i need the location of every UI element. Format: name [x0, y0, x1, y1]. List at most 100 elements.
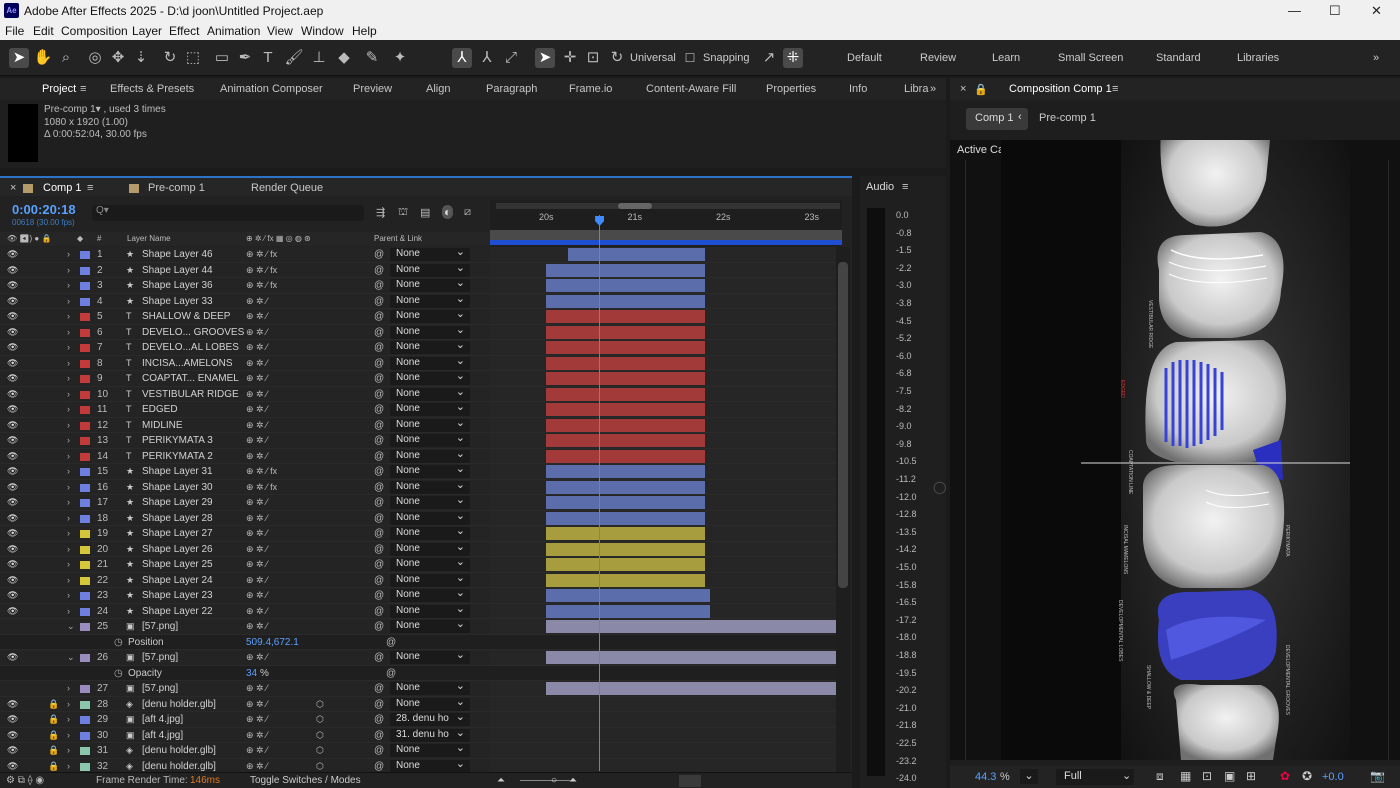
layer-duration-bar[interactable] [546, 527, 706, 540]
layer-row[interactable]: 👁 › 14 T PERIKYMATA 2 ⊕ ✲ ⁄ @ None [0, 447, 490, 464]
visibility-eye-icon[interactable]: 👁 [7, 358, 18, 369]
parent-select[interactable]: None [390, 509, 470, 525]
visibility-eye-icon[interactable]: 👁 [7, 559, 18, 570]
pen-tool-icon[interactable]: ✒ [235, 48, 255, 68]
expand-arrow-icon[interactable]: › [67, 683, 70, 693]
visibility-eye-icon[interactable]: 👁 [7, 265, 18, 276]
parent-pickwhip-icon[interactable]: @ [374, 683, 384, 694]
3d-layer-icon[interactable]: ⬡ [316, 730, 324, 741]
label-color-swatch[interactable] [80, 375, 90, 383]
world-axis-icon[interactable]: ⅄ [477, 48, 497, 68]
property-row[interactable]: ◷ Opacity 34% @ [0, 665, 490, 681]
label-color-swatch[interactable] [80, 623, 90, 631]
tab-preview[interactable]: Preview [353, 83, 392, 95]
layer-name[interactable]: [57.png] [142, 652, 178, 663]
visibility-eye-icon[interactable]: 👁 [7, 342, 18, 353]
parent-select[interactable]: None [390, 307, 470, 323]
layer-row[interactable]: 👁 › 19 ★ Shape Layer 27 ⊕ ✲ ⁄ @ None [0, 524, 490, 542]
tab-frameio[interactable]: Frame.io [569, 83, 612, 95]
layer-switches-icons[interactable]: ⊕ ✲ ⁄ [246, 311, 268, 322]
visibility-eye-icon[interactable]: 👁 [7, 373, 18, 384]
layer-duration-bar[interactable] [546, 465, 706, 478]
expand-arrow-icon[interactable]: › [67, 435, 70, 445]
snapshot-icon[interactable]: 📷 [1370, 769, 1385, 783]
parent-select[interactable]: None [390, 400, 470, 416]
layer-switches-icons[interactable]: ⊕ ✲ ⁄ [246, 745, 268, 756]
layer-switches-icons[interactable]: ⊕ ✲ ⁄ [246, 606, 268, 617]
workspace-small-screen[interactable]: Small Screen [1058, 52, 1123, 64]
close-icon[interactable]: × [960, 83, 966, 95]
layer-name[interactable]: DEVELO... GROOVES [142, 327, 244, 338]
layer-name[interactable]: COAPTAT... ENAMEL [142, 373, 239, 384]
3d-layer-icon[interactable]: ⬡ [316, 699, 324, 710]
layer-row[interactable]: 👁 › 7 T DEVELO...AL LOBES ⊕ ✲ ⁄ @ None [0, 338, 490, 356]
snapping-checkbox-icon[interactable]: ☐ [680, 48, 700, 68]
layer-switches-icons[interactable]: ⊕ ✲ ⁄ [246, 714, 268, 725]
property-row[interactable]: ◷ Position 509.4,672.1 @ [0, 634, 490, 650]
expand-arrow-icon[interactable]: › [67, 559, 70, 569]
expand-arrow-icon[interactable]: › [67, 730, 70, 740]
layer-switches-icons[interactable]: ⊕ ✲ ⁄ fx [246, 249, 277, 260]
shy-layers-icon[interactable]: ⛫ [398, 206, 408, 220]
exposure-value[interactable]: +0.0 [1322, 771, 1344, 783]
3d-scale-icon[interactable]: ⊡ [583, 48, 603, 68]
layer-row[interactable]: 👁 › 3 ★ Shape Layer 36 ⊕ ✲ ⁄ fx @ None [0, 276, 490, 294]
layer-name[interactable]: [aft 4.jpg] [142, 714, 183, 725]
layer-name[interactable]: [57.png] [142, 683, 178, 694]
expand-arrow-icon[interactable]: › [67, 389, 70, 399]
toggle-switches-modes[interactable]: Toggle Switches / Modes [250, 775, 361, 786]
parent-select[interactable]: None [390, 478, 470, 494]
label-color-swatch[interactable] [80, 282, 90, 290]
workspace-libraries[interactable]: Libraries [1237, 52, 1279, 64]
layer-name[interactable]: [denu holder.glb] [142, 745, 216, 756]
expand-arrow-icon[interactable]: › [67, 482, 70, 492]
menu-composition[interactable]: Composition [61, 24, 128, 38]
parent-select[interactable]: None [390, 323, 470, 339]
zoom-slider-handle[interactable]: ○ [551, 775, 557, 786]
menu-window[interactable]: Window [301, 24, 344, 38]
stopwatch-icon[interactable]: ◷ [114, 668, 123, 679]
expand-arrow-icon[interactable]: › [67, 404, 70, 414]
menu-animation[interactable]: Animation [207, 24, 260, 38]
comp-mini-flowchart-icon[interactable]: ⇶ [376, 206, 385, 219]
time-navigator-handle[interactable] [618, 203, 652, 209]
composition-canvas[interactable]: VESTIBULAR RIDGE EDGED COAPTATION LINE I… [1001, 140, 1350, 760]
workspace-learn[interactable]: Learn [992, 52, 1020, 64]
layer-name[interactable]: [denu holder.glb] [142, 761, 216, 772]
parent-pickwhip-icon[interactable]: @ [374, 373, 384, 384]
3d-select-icon[interactable]: ➤ [535, 48, 555, 68]
visibility-eye-icon[interactable]: 👁 [7, 420, 18, 431]
item-name[interactable]: Pre-comp 1▾ , used 3 times [44, 104, 166, 115]
label-color-swatch[interactable] [80, 437, 90, 445]
parent-pickwhip-icon[interactable]: @ [374, 420, 384, 431]
tab-align[interactable]: Align [426, 83, 450, 95]
layer-duration-bar[interactable] [546, 310, 706, 323]
parent-pickwhip-icon[interactable]: @ [374, 389, 384, 400]
snapping-label[interactable]: Snapping [703, 52, 750, 64]
parent-select[interactable]: None [390, 416, 470, 432]
universal-label[interactable]: Universal [630, 52, 676, 64]
layer-switches-icons[interactable]: ⊕ ✲ ⁄ [246, 528, 268, 539]
footer-switch-icons[interactable]: ⚙ ⧉ ⟠ ◉ [6, 775, 44, 786]
parent-select[interactable]: None [390, 493, 470, 509]
label-color-swatch[interactable] [80, 344, 90, 352]
layer-name[interactable]: Shape Layer 23 [142, 590, 213, 601]
grid-guides-icon[interactable]: ⊞ [1246, 769, 1256, 783]
tab-animation-composer[interactable]: Animation Composer [220, 83, 323, 95]
graph-editor-icon[interactable]: ⧄ [464, 206, 471, 219]
layer-name[interactable]: [denu holder.glb] [142, 699, 216, 710]
expand-arrow-icon[interactable]: › [67, 420, 70, 430]
visibility-eye-icon[interactable]: 👁 [7, 466, 18, 477]
parent-select[interactable]: None [390, 247, 470, 261]
layer-row[interactable]: 👁 🔒 › 30 ▣ [aft 4.jpg] ⊕ ✲ ⁄ ⬡ @31. denu ho [0, 726, 490, 743]
label-color-swatch[interactable] [80, 762, 90, 771]
rotate-tool-icon[interactable]: ↻ [160, 48, 180, 68]
parent-pickwhip-icon[interactable]: @ [374, 265, 384, 276]
label-color-swatch[interactable] [80, 530, 90, 538]
hand-tool-icon[interactable]: ✋ [33, 48, 53, 68]
layer-duration-bar[interactable] [546, 263, 706, 277]
parent-select[interactable]: None [390, 462, 470, 478]
layer-switches-icons[interactable]: ⊕ ✲ ⁄ [246, 559, 268, 570]
layer-switches-icons[interactable]: ⊕ ✲ ⁄ [246, 699, 268, 710]
layer-row[interactable]: 👁 › 17 ★ Shape Layer 29 ⊕ ✲ ⁄ @ None [0, 493, 490, 511]
